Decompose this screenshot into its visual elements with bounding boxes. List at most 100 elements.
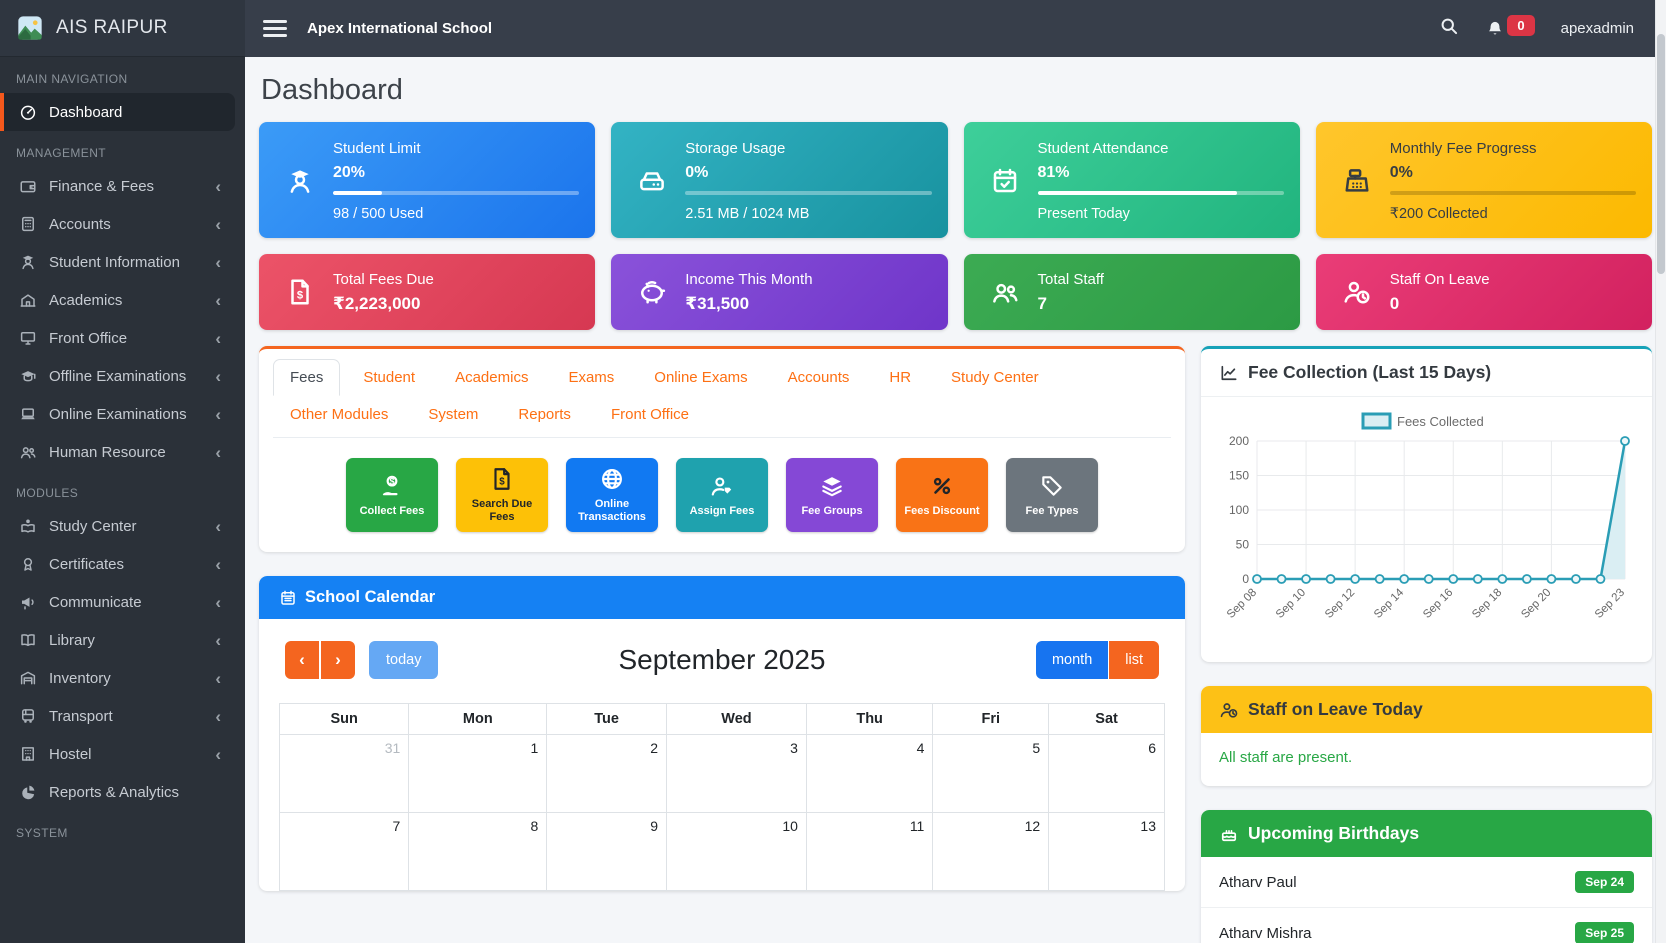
quick-action-assign-fees[interactable]: Assign Fees [676,458,768,532]
calendar-day-cell[interactable]: 1 [409,735,547,813]
sidebar-item-human-resource[interactable]: Human Resource‹ [0,433,235,471]
scrollbar-thumb[interactable] [1657,34,1665,274]
quick-action-fees-discount[interactable]: Fees Discount [896,458,988,532]
stat-card-progressbar [1038,191,1284,195]
sidebar-item-inventory[interactable]: Inventory‹ [0,659,235,697]
sidebar-toggle-icon[interactable] [263,20,287,37]
calendar-day-cell[interactable]: 5 [933,735,1049,813]
value-card-total-staff: Total Staff7 [964,254,1300,330]
sidebar-item-front-office[interactable]: Front Office‹ [0,319,235,357]
sidebar-item-reports-analytics[interactable]: Reports & Analytics [0,773,235,811]
calendar-day-cell[interactable]: 7 [280,813,409,891]
user-menu[interactable]: apexadmin [1561,20,1634,37]
quick-action-label: Fee Groups [798,505,865,518]
quick-action-search-due-fees[interactable]: Search Due Fees [456,458,548,532]
birthday-name: Atharv Mishra [1219,925,1312,942]
sidebar-item-academics[interactable]: Academics‹ [0,281,235,319]
bell-icon [1485,19,1505,39]
value-card-income-this-month: Income This Month₹31,500 [611,254,947,330]
calendar-day-cell[interactable]: 31 [280,735,409,813]
calendar-day-cell[interactable]: 9 [547,813,667,891]
tab-study-center[interactable]: Study Center [934,359,1056,396]
sidebar-item-certificates[interactable]: Certificates‹ [0,545,235,583]
chevron-left-icon: ‹ [215,254,221,271]
chevron-left-icon: ‹ [215,632,221,649]
top-navbar: Apex International School 0 apexadmin [245,0,1666,57]
sidebar-item-hostel[interactable]: Hostel‹ [0,735,235,773]
file-invoice-icon [489,466,515,492]
grad-cap-icon [19,367,37,385]
notifications-button[interactable]: 0 [1485,18,1534,39]
tab-exams[interactable]: Exams [551,359,631,396]
bullhorn-icon [19,593,37,611]
sidebar-item-offline-examinations[interactable]: Offline Examinations‹ [0,357,235,395]
birthday-row: Atharv MishraSep 25 [1201,908,1652,943]
chevron-left-icon: ‹ [215,216,221,233]
birthdays-list: Atharv PaulSep 24Atharv MishraSep 25 [1201,857,1652,943]
stat-card-percent: 81% [1038,164,1284,182]
tab-online-exams[interactable]: Online Exams [637,359,764,396]
file-invoice-icon [285,277,315,307]
staff-leave-header: Staff on Leave Today [1201,686,1652,733]
globe-icon [599,466,625,492]
quick-action-collect-fees[interactable]: Collect Fees [346,458,438,532]
calendar-next-button[interactable]: › [321,641,355,679]
quick-action-fee-groups[interactable]: Fee Groups [786,458,878,532]
sidebar-item-dashboard[interactable]: Dashboard [0,93,235,131]
sidebar-item-study-center[interactable]: Study Center‹ [0,507,235,545]
calendar-day-cell[interactable]: 13 [1049,813,1165,891]
sidebar-item-finance-fees[interactable]: Finance & Fees‹ [0,167,235,205]
sidebar-item-online-examinations[interactable]: Online Examinations‹ [0,395,235,433]
tab-reports[interactable]: Reports [501,396,588,433]
tags-icon [1039,473,1065,499]
calendar-day-cell[interactable]: 8 [409,813,547,891]
tab-student[interactable]: Student [346,359,432,396]
value-card-title: Total Fees Due [333,271,579,288]
quick-action-fee-types[interactable]: Fee Types [1006,458,1098,532]
search-icon[interactable] [1439,16,1459,41]
tab-front-office[interactable]: Front Office [594,396,706,433]
hotel-icon [19,745,37,763]
tab-accounts[interactable]: Accounts [771,359,867,396]
chevron-left-icon: ‹ [215,594,221,611]
calendar-day-cell[interactable]: 10 [667,813,807,891]
vertical-scrollbar[interactable] [1655,0,1666,943]
calendar-today-button[interactable]: today [369,641,438,679]
stat-card-subtitle: 2.51 MB / 1024 MB [685,206,931,222]
school-calendar-card: School Calendar ‹ › today September 2025… [259,576,1185,891]
tab-hr[interactable]: HR [872,359,928,396]
brand[interactable]: AIS RAIPUR [0,0,245,57]
user-clock-icon [1219,700,1239,720]
tab-other-modules[interactable]: Other Modules [273,396,405,433]
calendar-list-view-button[interactable]: list [1109,641,1159,679]
calendar-day-cell[interactable]: 11 [806,813,932,891]
sidebar-item-communicate[interactable]: Communicate‹ [0,583,235,621]
birthdays-title: Upcoming Birthdays [1248,823,1419,844]
value-card-title: Income This Month [685,271,931,288]
calendar-prev-button[interactable]: ‹ [285,641,319,679]
fee-collection-header: Fee Collection (Last 15 Days) [1201,349,1652,397]
tab-system[interactable]: System [411,396,495,433]
school-name: Apex International School [307,20,492,37]
calendar-day-cell[interactable]: 6 [1049,735,1165,813]
calendar-day-cell[interactable]: 3 [667,735,807,813]
calendar-day-cell[interactable]: 4 [806,735,932,813]
svg-text:Sep 12: Sep 12 [1323,587,1357,621]
tab-fees[interactable]: Fees [273,359,340,396]
calendar-month-view-button[interactable]: month [1036,641,1108,679]
calendar-day-cell[interactable]: 12 [933,813,1049,891]
navbar-right: 0 apexadmin [1439,16,1648,41]
tab-academics[interactable]: Academics [438,359,545,396]
calendar-grid: SunMonTueWedThuFriSat 311234567891011121… [279,703,1165,891]
calendar-day-cell[interactable]: 2 [547,735,667,813]
quick-action-online-transactions[interactable]: Online Transactions [566,458,658,532]
chevron-left-icon: ‹ [215,708,221,725]
birthday-date-badge: Sep 24 [1575,871,1634,893]
sidebar-item-library[interactable]: Library‹ [0,621,235,659]
sidebar-item-accounts[interactable]: Accounts‹ [0,205,235,243]
birthday-cake-icon [1219,824,1239,844]
sidebar-item-student-information[interactable]: Student Information‹ [0,243,235,281]
sidebar-item-transport[interactable]: Transport‹ [0,697,235,735]
calendar-icon [279,589,297,607]
staff-leave-title: Staff on Leave Today [1248,699,1423,720]
